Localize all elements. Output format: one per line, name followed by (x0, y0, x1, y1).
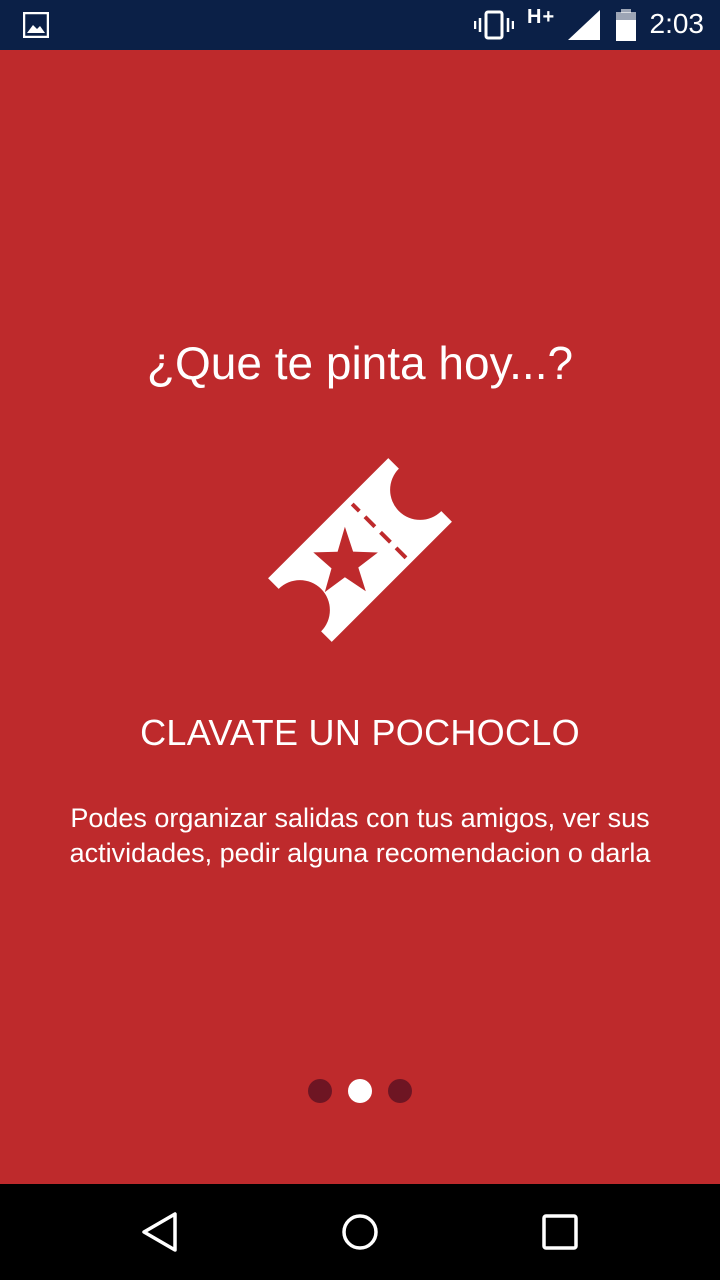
signal-icon (568, 10, 600, 40)
onboarding-description: Podes organizar salidas con tus amigos, … (69, 803, 651, 868)
page-dot-3[interactable] (388, 1079, 412, 1103)
onboarding-title: CLAVATE UN POCHOCLO (140, 712, 580, 753)
onboarding-headline: ¿Que te pinta hoy...? (146, 337, 574, 389)
recents-button[interactable] (540, 1212, 580, 1252)
image-notification-icon (23, 12, 49, 38)
home-button[interactable] (340, 1212, 380, 1252)
vibrate-icon (474, 10, 514, 40)
network-type-label: H+ (527, 6, 556, 28)
ticket-icon (268, 458, 452, 642)
page-indicator (0, 1079, 720, 1103)
back-button[interactable] (140, 1212, 180, 1252)
page-dot-2-active[interactable] (348, 1079, 372, 1103)
status-bar: H+ 2:03 (0, 0, 720, 50)
battery-icon (616, 9, 636, 41)
navigation-bar (0, 1184, 720, 1280)
status-clock: 2:03 (649, 8, 705, 39)
onboarding-screen[interactable]: ¿Que te pinta hoy...? CLAVATE UN POCHOCL… (0, 50, 720, 1184)
page-dot-1[interactable] (308, 1079, 332, 1103)
